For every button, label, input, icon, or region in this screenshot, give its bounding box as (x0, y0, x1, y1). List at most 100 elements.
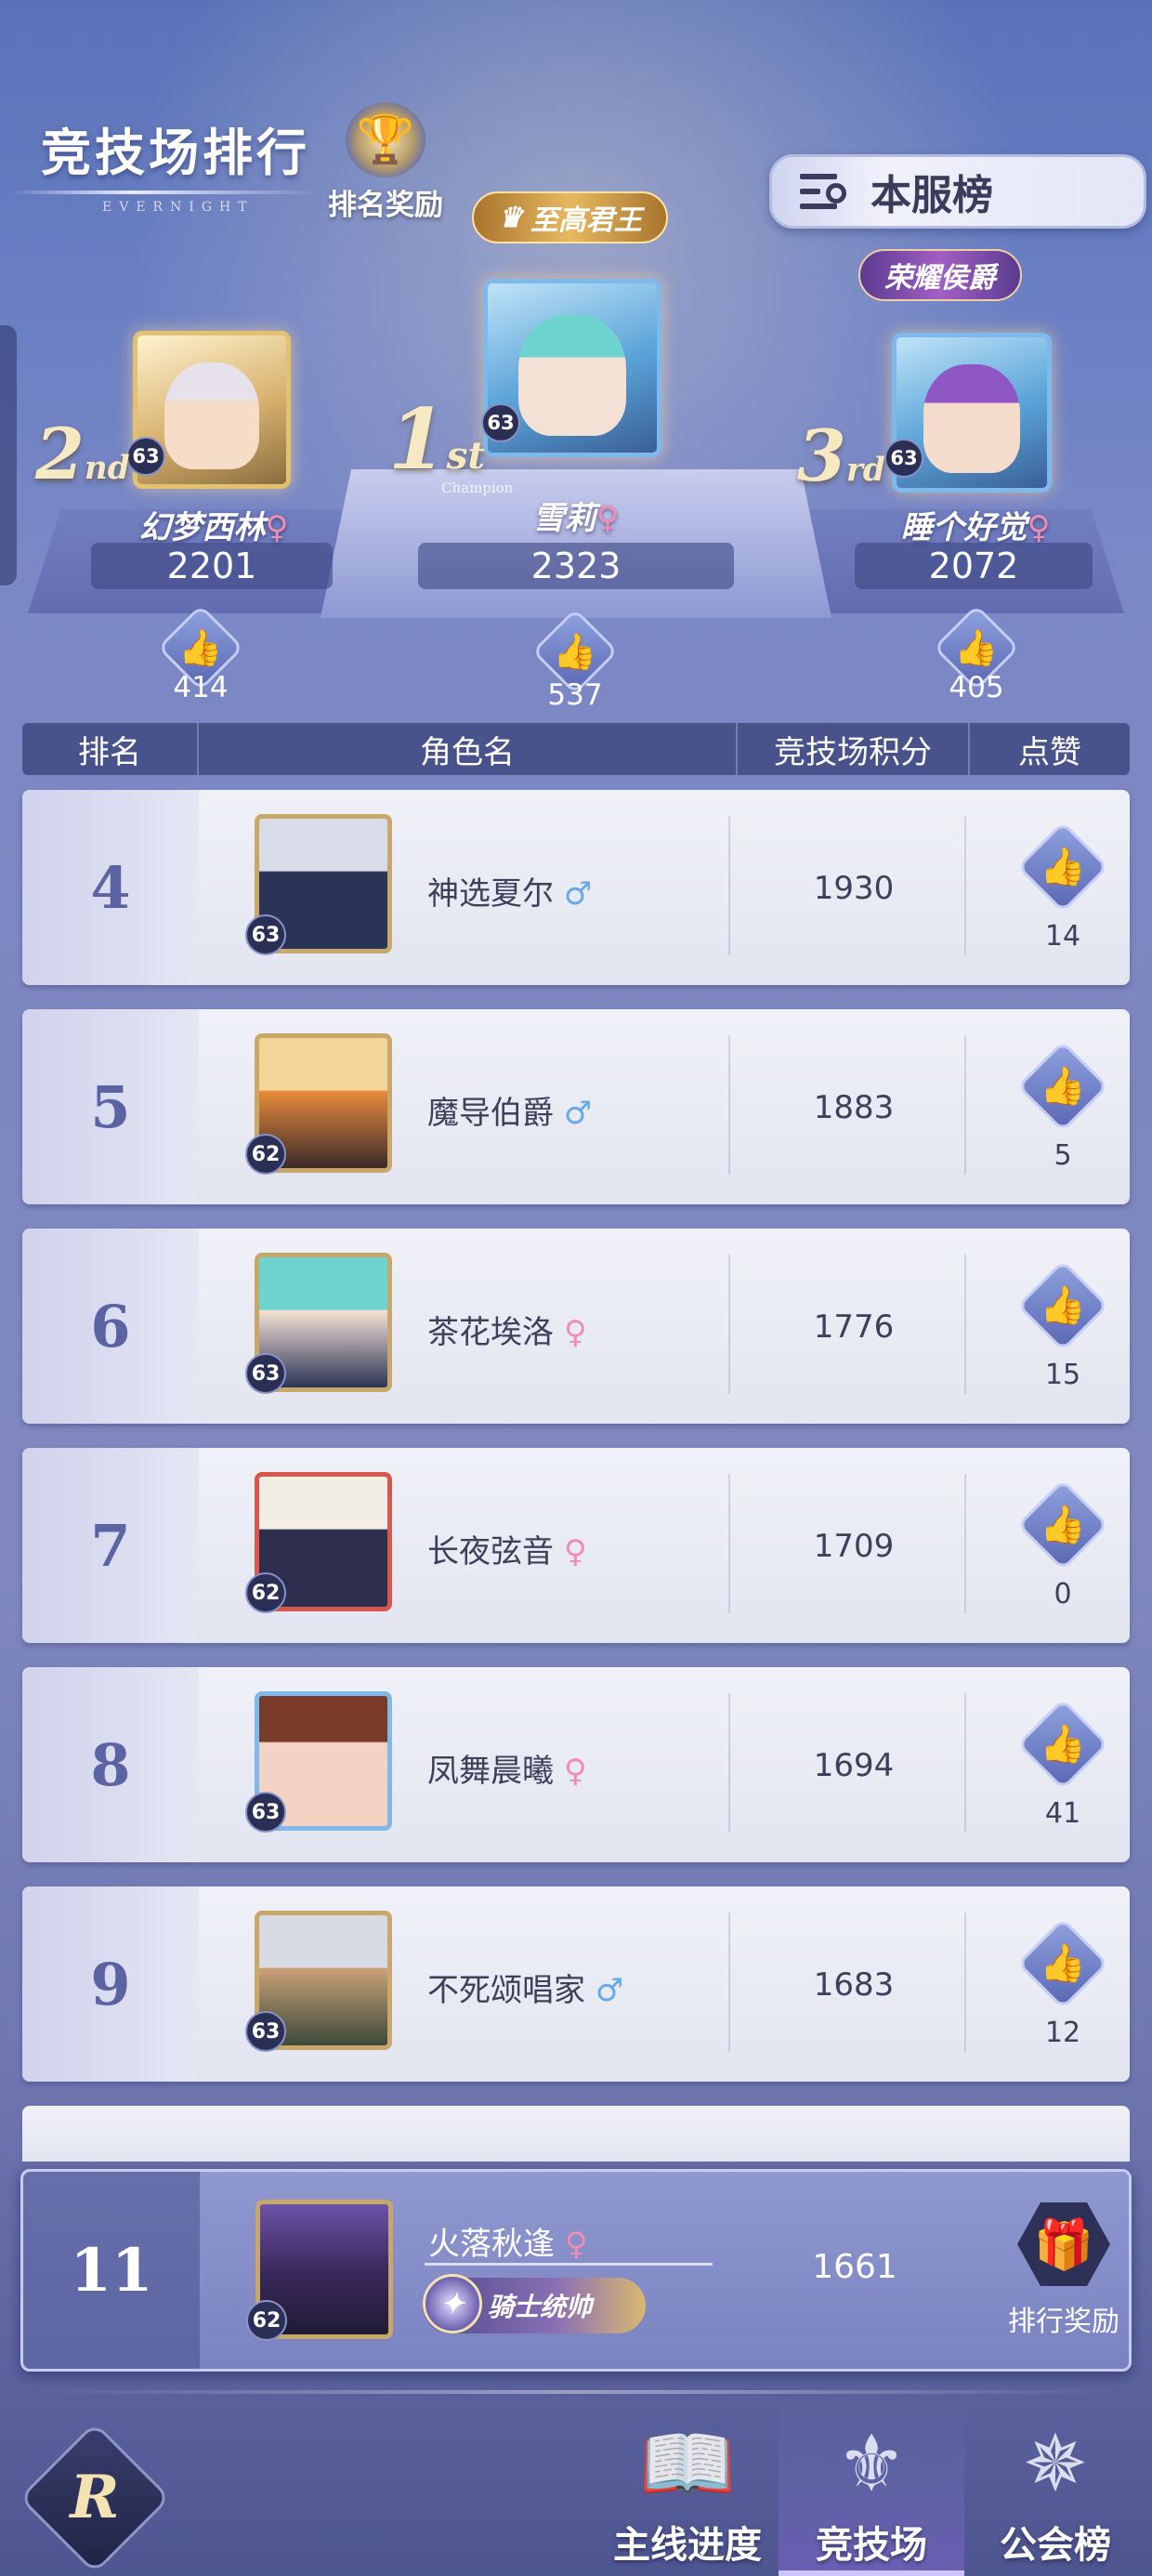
side-drawer-handle[interactable] (0, 325, 17, 585)
row-like-button[interactable]: 👍 14 (1007, 821, 1119, 966)
second-like-count: 414 (173, 671, 229, 704)
row-like-button[interactable]: 👍 0 (1007, 1479, 1119, 1624)
first-player-name[interactable]: 雪莉♀ (465, 493, 687, 538)
row-score: 1883 (813, 1089, 895, 1126)
table-row-partial[interactable] (22, 2106, 1130, 2162)
third-player-name[interactable]: 睡个好觉♀ (855, 502, 1096, 547)
first-title-badge: ♛ 至高君王 (472, 191, 668, 243)
column-divider (964, 1693, 966, 1833)
gift-icon: 🎁 (1017, 2202, 1110, 2286)
row-rank: 4 (22, 790, 199, 985)
book-icon: 📖 (638, 2418, 737, 2509)
row-avatar[interactable]: 63 (245, 1253, 392, 1394)
row-like-count: 15 (1044, 1359, 1081, 1391)
column-divider (964, 1255, 966, 1394)
game-logo-button[interactable]: R (18, 2421, 172, 2575)
male-icon: ♂ (563, 875, 593, 913)
nav-label-arena: 竞技场 (816, 2524, 927, 2567)
my-title-badge: ✦ 骑士统帅 (423, 2274, 646, 2333)
avatar-portrait (164, 361, 260, 469)
row-player-name[interactable]: 茶花埃洛 ♀ (427, 1307, 587, 1352)
page-title: 竞技场排行 (41, 123, 310, 182)
level-badge: 63 (245, 914, 286, 955)
column-divider (728, 1912, 730, 2052)
row-avatar[interactable]: 63 (245, 814, 392, 955)
row-score: 1776 (813, 1308, 895, 1346)
row-score: 1683 (813, 1966, 895, 2004)
table-row[interactable]: 5 62 魔导伯爵 ♂ 1883 👍 5 (22, 1009, 1130, 1204)
row-avatar[interactable]: 63 (245, 1911, 392, 2052)
server-leaderboard-label: 本服榜 (871, 172, 993, 219)
second-player-score: 2201 (91, 543, 333, 589)
my-player-name: 火落秋逢 ♀ (428, 2226, 588, 2263)
ranking-reward-button[interactable]: 🏆 排名奖励 (316, 102, 455, 223)
female-icon: ♀ (563, 1533, 587, 1571)
name-underline (425, 2263, 713, 2266)
ranking-reward-label: 排名奖励 (328, 189, 443, 222)
ranking-reward-label-self: 排行奖励 (1008, 2306, 1119, 2338)
nav-label-guild-ranking: 公会榜 (1000, 2524, 1111, 2567)
column-divider (728, 1693, 730, 1833)
bottom-divider (37, 2390, 1115, 2394)
thumbs-up-icon: 👍 (1016, 1040, 1109, 1133)
table-row[interactable]: 6 63 茶花埃洛 ♀ 1776 👍 15 (22, 1229, 1130, 1424)
row-rank: 5 (22, 1009, 199, 1204)
row-like-count: 5 (1054, 1139, 1072, 1172)
row-like-button[interactable]: 👍 12 (1007, 1917, 1119, 2063)
nav-tab-main-progress[interactable]: 📖 主线进度 (595, 2407, 780, 2576)
row-like-button[interactable]: 👍 5 (1007, 1040, 1119, 1186)
male-icon: ♂ (563, 1095, 593, 1132)
row-like-button[interactable]: 👍 15 (1007, 1259, 1119, 1405)
thumbs-up-icon: 👍 (1016, 1259, 1109, 1352)
level-badge: 63 (245, 1792, 286, 1833)
guild-star-icon: ✵ (1022, 2418, 1089, 2509)
nav-tab-guild-ranking[interactable]: ✵ 公会榜 (962, 2407, 1148, 2576)
row-avatar[interactable]: 62 (245, 1472, 392, 1613)
thumbs-up-icon: 👍 (553, 631, 597, 672)
third-level-badge: 63 (884, 439, 923, 478)
level-badge: 62 (245, 1134, 286, 1175)
table-row[interactable]: 9 63 不死颂唱家 ♂ 1683 👍 12 (22, 1886, 1130, 2082)
row-player-name[interactable]: 不死颂唱家 ♂ (427, 1965, 623, 2010)
nav-tab-arena[interactable]: ⚜ 竞技场 (779, 2407, 964, 2576)
row-like-button[interactable]: 👍 41 (1007, 1698, 1119, 1844)
row-score: 1709 (813, 1528, 895, 1565)
my-ranking-row[interactable]: 11 62 火落秋逢 ♀ ✦ 骑士统帅 1661 🎁 排行奖励 (20, 2169, 1132, 2372)
row-player-name[interactable]: 长夜弦音 ♀ (427, 1526, 587, 1571)
female-icon: ♀ (563, 1753, 587, 1790)
ranking-reward-button-self[interactable]: 🎁 排行奖励 (999, 2198, 1129, 2356)
nav-label-main-progress: 主线进度 (613, 2524, 762, 2567)
column-divider (728, 816, 730, 955)
ranking-table-header: 排名 角色名 竞技场积分 点赞 (22, 723, 1130, 775)
column-divider (728, 1474, 730, 1613)
female-icon: ♀ (564, 2226, 588, 2263)
table-row[interactable]: 8 63 凤舞晨曦 ♀ 1694 👍 41 (22, 1667, 1130, 1862)
my-avatar[interactable]: 62 (246, 2200, 393, 2341)
my-rank: 11 (23, 2172, 200, 2369)
row-player-name[interactable]: 神选夏尔 ♂ (427, 868, 592, 913)
server-leaderboard-button[interactable]: 本服榜 (769, 154, 1146, 229)
thumbs-up-icon: 👍 (178, 627, 223, 668)
my-score: 1661 (812, 2248, 897, 2286)
row-avatar[interactable]: 63 (245, 1691, 392, 1833)
row-player-name[interactable]: 魔导伯爵 ♂ (427, 1087, 592, 1133)
table-row[interactable]: 4 63 神选夏尔 ♂ 1930 👍 14 (22, 790, 1130, 985)
avatar-portrait (517, 313, 627, 436)
row-avatar[interactable]: 62 (245, 1033, 392, 1175)
trophy-icon: 🏆 (346, 102, 425, 177)
first-rank-mark: 1st (388, 390, 486, 489)
thumbs-up-icon: 👍 (1016, 1917, 1109, 2010)
row-rank: 8 (22, 1667, 199, 1862)
table-row[interactable]: 7 62 长夜弦音 ♀ 1709 👍 0 (22, 1448, 1130, 1643)
row-like-count: 41 (1044, 1797, 1081, 1830)
header-arena-score: 竞技场积分 (738, 723, 970, 775)
row-player-name[interactable]: 凤舞晨曦 ♀ (427, 1745, 587, 1791)
row-rank: 7 (22, 1448, 199, 1643)
thumbs-up-icon: 👍 (1016, 821, 1109, 913)
third-like-count: 405 (949, 671, 1004, 704)
column-divider (728, 1255, 730, 1394)
row-rank: 6 (22, 1229, 199, 1424)
row-score: 1694 (813, 1747, 895, 1784)
second-player-name[interactable]: 幻梦西林♀ (93, 502, 334, 547)
third-title-badge: 荣耀侯爵 (858, 249, 1022, 301)
